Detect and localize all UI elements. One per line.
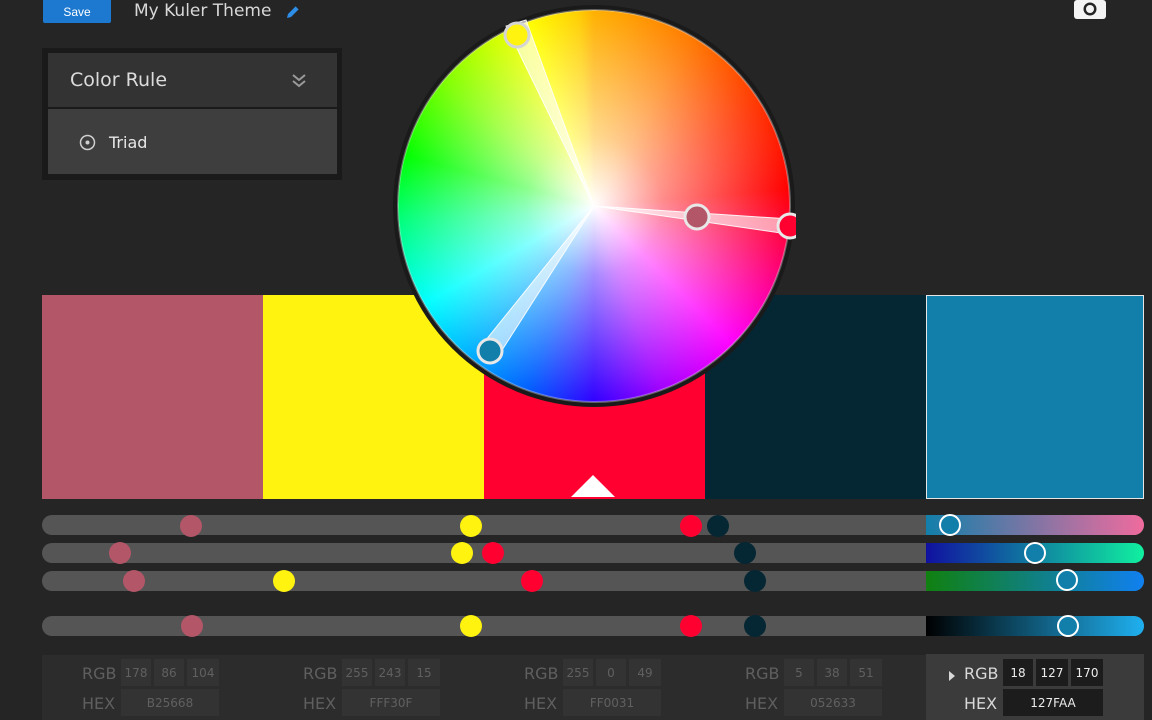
slider-dot[interactable]: [680, 515, 702, 537]
caret-right-icon[interactable]: [948, 667, 956, 686]
hex-value[interactable]: 127FAA: [1003, 689, 1103, 716]
hex-label: HEX: [82, 694, 116, 713]
slider-dot[interactable]: [109, 542, 131, 564]
slider-track-2[interactable]: [42, 543, 1144, 563]
base-color-marker: [571, 475, 615, 497]
wheel-handle-blue[interactable]: [476, 337, 504, 365]
slider-handle-active[interactable]: [939, 514, 961, 536]
slider-dot[interactable]: [680, 615, 702, 637]
radio-icon[interactable]: [79, 134, 96, 155]
slider-dot[interactable]: [451, 542, 473, 564]
hex-label: HEX: [964, 694, 998, 713]
r-value[interactable]: 18: [1003, 659, 1033, 686]
hex-label: HEX: [303, 694, 337, 713]
wheel-handle-yellow[interactable]: [503, 21, 531, 49]
b-value[interactable]: 51: [850, 659, 882, 686]
r-value[interactable]: 255: [342, 659, 372, 686]
slider-dot[interactable]: [744, 615, 766, 637]
slider-dot[interactable]: [460, 615, 482, 637]
color-wheel[interactable]: [392, 4, 804, 408]
g-value[interactable]: 86: [154, 659, 184, 686]
slider-dot[interactable]: [707, 515, 729, 537]
r-value[interactable]: 178: [121, 659, 151, 686]
hex-value[interactable]: B25668: [121, 689, 219, 716]
rgb-label: RGB: [524, 664, 559, 683]
color-values-3: RGB 255 0 49 HEX FF0031: [522, 658, 732, 720]
rule-option-triad[interactable]: Triad: [109, 133, 147, 152]
rgb-label: RGB: [303, 664, 338, 683]
g-value[interactable]: 38: [817, 659, 847, 686]
theme-name[interactable]: My Kuler Theme: [134, 0, 271, 22]
color-values-5: RGB 18 127 170 HEX 127FAA: [945, 658, 1152, 720]
slider-dot[interactable]: [482, 542, 504, 564]
color-values-2: RGB 255 243 15 HEX FFF30F: [301, 658, 511, 720]
color-rule-title: Color Rule: [70, 69, 168, 91]
slider-dot[interactable]: [123, 570, 145, 592]
camera-icon[interactable]: [1073, 0, 1107, 24]
pencil-icon[interactable]: [284, 3, 302, 25]
b-value[interactable]: 104: [187, 659, 219, 686]
rgb-label: RGB: [82, 664, 117, 683]
color-values-4: RGB 5 38 51 HEX 052633: [743, 658, 953, 720]
save-button[interactable]: Save: [43, 0, 111, 23]
slider-dot[interactable]: [734, 542, 756, 564]
slider-track-1[interactable]: [42, 515, 1144, 535]
slider-dot[interactable]: [460, 515, 482, 537]
hex-label: HEX: [745, 694, 779, 713]
g-value[interactable]: 0: [596, 659, 626, 686]
slider-track-3[interactable]: [42, 571, 1144, 591]
g-value[interactable]: 127: [1036, 659, 1068, 686]
r-value[interactable]: 255: [563, 659, 593, 686]
slider-handle-active[interactable]: [1057, 615, 1079, 637]
hex-label: HEX: [524, 694, 558, 713]
color-swatch-1[interactable]: [42, 295, 263, 499]
color-values-1: RGB 178 86 104 HEX B25668: [80, 658, 290, 720]
rgb-label: RGB: [745, 664, 780, 683]
wheel-handle-red[interactable]: [776, 212, 804, 240]
wheel-handle-rose[interactable]: [683, 203, 711, 231]
double-chevron-down-icon[interactable]: [290, 72, 308, 94]
hex-value[interactable]: FF0031: [563, 689, 661, 716]
slider-dot[interactable]: [744, 570, 766, 592]
rgb-label: RGB: [964, 664, 999, 683]
r-value[interactable]: 5: [784, 659, 814, 686]
slider-dot[interactable]: [180, 515, 202, 537]
b-value[interactable]: 49: [629, 659, 661, 686]
b-value[interactable]: 170: [1071, 659, 1103, 686]
slider-dot[interactable]: [181, 615, 203, 637]
slider-handle-active[interactable]: [1024, 542, 1046, 564]
slider-handle-active[interactable]: [1056, 569, 1078, 591]
hex-value[interactable]: 052633: [784, 689, 882, 716]
g-value[interactable]: 243: [375, 659, 405, 686]
slider-track-4[interactable]: [42, 616, 1144, 636]
slider-dot[interactable]: [273, 570, 295, 592]
b-value[interactable]: 15: [408, 659, 440, 686]
hex-value[interactable]: FFF30F: [342, 689, 440, 716]
slider-dot[interactable]: [521, 570, 543, 592]
color-swatch-5[interactable]: [926, 295, 1144, 499]
